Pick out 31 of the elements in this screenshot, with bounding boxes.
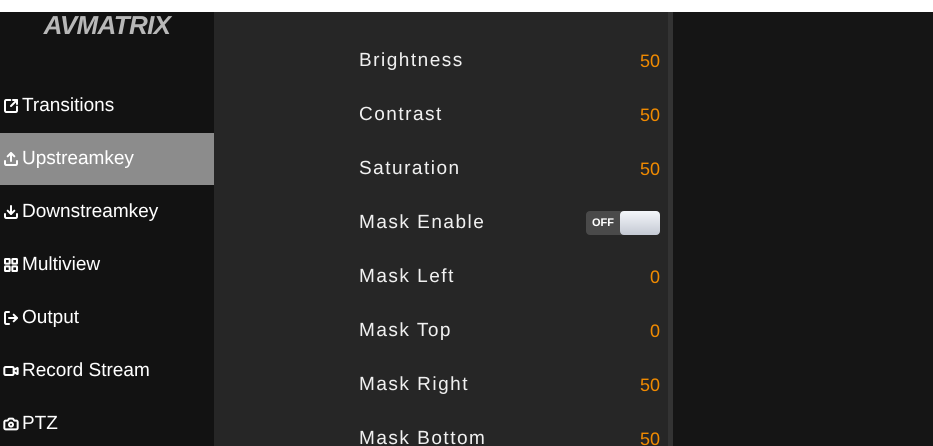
setting-value[interactable]: 0 (650, 264, 660, 290)
share-icon (3, 98, 19, 114)
video-camera-icon (3, 363, 19, 379)
upload-icon (3, 151, 19, 167)
grid-icon (3, 257, 19, 273)
toggle-switch[interactable]: OFF (586, 211, 660, 235)
setting-value[interactable]: 50 (640, 48, 660, 74)
setting-value[interactable]: 50 (640, 102, 660, 128)
camera-icon (3, 416, 19, 432)
setting-label: Mask Enable (359, 210, 486, 235)
setting-label: Brightness (359, 48, 464, 73)
setting-value[interactable]: 50 (640, 156, 660, 182)
setting-label: Mask Right (359, 372, 470, 397)
setting-label: Mask Top (359, 318, 452, 343)
sidebar-item[interactable]: Output (0, 292, 214, 344)
setting-label: Saturation (359, 156, 461, 181)
logo: AVMATRIX (44, 12, 170, 38)
download-icon (3, 204, 19, 220)
setting-value[interactable]: 50 (640, 426, 660, 446)
sidebar-item[interactable]: Multiview (0, 239, 214, 291)
sidebar-item[interactable]: Transitions (0, 80, 214, 132)
sidebar-item[interactable]: PTZ (0, 398, 214, 446)
setting-label: Contrast (359, 102, 443, 127)
sidebar-item[interactable]: Record Stream (0, 345, 214, 397)
sidebar-item[interactable]: Upstreamkey (0, 133, 214, 185)
exit-icon (3, 310, 19, 326)
sidebar-item[interactable]: Downstreamkey (0, 186, 214, 238)
setting-value[interactable]: 50 (640, 372, 660, 398)
setting-label: Mask Left (359, 264, 455, 289)
setting-label: Mask Bottom (359, 426, 486, 446)
setting-value[interactable]: 0 (650, 318, 660, 344)
